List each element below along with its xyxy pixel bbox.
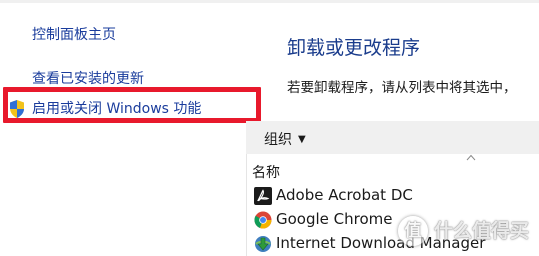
idm-icon — [255, 236, 271, 252]
column-header-name[interactable]: 名称 — [252, 162, 280, 182]
sidebar-link-control-panel-home[interactable]: 控制面板主页 — [32, 24, 116, 44]
list-left-border — [246, 154, 247, 256]
chrome-icon — [254, 211, 272, 229]
watermark-text: 什么值得买 — [434, 220, 530, 242]
annotation-highlight-box — [3, 87, 261, 123]
toolbar: 组织 ▼ — [246, 121, 539, 154]
top-edge — [0, 0, 539, 3]
sort-up-icon — [466, 154, 476, 161]
program-name: Adobe Acrobat DC — [276, 186, 413, 204]
adobe-acrobat-icon — [254, 187, 272, 205]
program-name: Google Chrome — [276, 210, 393, 228]
organize-button[interactable]: 组织 ▼ — [264, 129, 306, 149]
page-description: 若要卸载程序，请从列表中将其选中， — [287, 80, 517, 96]
chevron-down-icon: ▼ — [298, 134, 306, 145]
page-title: 卸载或更改程序 — [287, 37, 421, 59]
organize-label: 组织 — [264, 132, 292, 148]
site-watermark: 值 什么值得买 — [398, 214, 534, 248]
sidebar-link-view-installed-updates[interactable]: 查看已安装的更新 — [32, 68, 144, 88]
watermark-badge: 值 — [398, 216, 428, 246]
